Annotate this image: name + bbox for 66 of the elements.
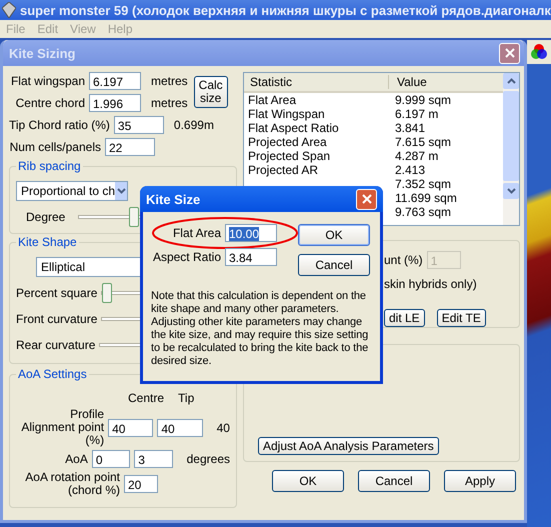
table-cell: Projected Span <box>248 149 330 163</box>
table-cell-text: 11.699 sqm <box>394 191 457 205</box>
slider-label: Percent square <box>16 286 98 300</box>
dialog-title: Kite Sizing <box>9 46 76 60</box>
note-text: Note that this calculation is dependent on the kite shape and many other parameters. Adjusting other kite parameters may change the kite size, and may require this size setting to be recalculated to bring the kite back to the desired size. <box>151 290 370 368</box>
table-cell: Projected Area <box>248 135 327 149</box>
field-label: Centre chord <box>14 96 85 110</box>
unit-label: metres <box>150 74 188 88</box>
group-title: Kite Shape <box>16 235 79 249</box>
unit-label: metres <box>150 96 188 110</box>
input-field[interactable]: 0 <box>92 450 130 468</box>
field-label: Flat wingspan <box>10 74 85 88</box>
input-field[interactable]: 10.00 <box>225 224 277 242</box>
table-cell-text: 3.841 <box>394 121 426 135</box>
adjust-aoa-button[interactable]: Adjust AoA Analysis Parameters <box>258 437 439 455</box>
dialog-button[interactable]: Cancel <box>298 254 370 276</box>
column-header: Tip <box>178 391 194 405</box>
unit-label: 40 <box>216 420 230 434</box>
unit-label: degrees <box>186 452 230 466</box>
option-note: skin hybrids only) <box>384 277 478 291</box>
input-field[interactable]: 22 <box>105 138 155 156</box>
table-cell-text: 4.287 m <box>394 149 438 163</box>
calc-size-button[interactable]: Calc size <box>194 76 228 108</box>
column-header: Centre <box>128 391 164 405</box>
input-field[interactable]: 40 <box>108 418 154 436</box>
field-label: AoA rotation point (chord %) <box>24 471 120 497</box>
input-field[interactable]: 6.197 <box>89 72 141 90</box>
column-header[interactable]: Statistic <box>244 75 389 89</box>
group-title: Rib spacing <box>16 159 83 173</box>
input-field[interactable]: 3.84 <box>225 248 277 266</box>
dropdown[interactable]: Proportional to ch <box>16 181 128 201</box>
table-cell-text: 9.763 sqm <box>394 205 452 219</box>
table-cell-text: 9.999 sqm <box>394 93 452 107</box>
input-field[interactable]: 3 <box>134 450 173 468</box>
edit-button[interactable]: Edit TE <box>436 309 486 327</box>
field-label: Flat Area <box>172 226 221 240</box>
field-label: Tip Chord ratio (%) <box>9 118 110 132</box>
input-field[interactable]: 35 <box>114 116 164 134</box>
table-cell-text: 7.615 sqm <box>394 135 452 149</box>
dialog-button[interactable]: OK <box>272 470 344 492</box>
field-label: AoA <box>64 452 88 466</box>
field-label: Profile Alignment point (%) <box>20 408 104 447</box>
table-cell-text: 2.413 <box>394 163 426 177</box>
table-cell: Flat Wingspan <box>248 107 325 121</box>
table-cell: Flat Area <box>248 93 296 107</box>
edit-button[interactable]: dit LE <box>384 309 425 327</box>
table-cell: Projected AR <box>248 163 318 177</box>
column-header[interactable]: Value <box>389 75 427 89</box>
input-field[interactable]: 40 <box>157 418 203 436</box>
slider-label: Degree <box>25 210 66 224</box>
field-label: unt (%) <box>384 253 423 267</box>
table-cell-text: 7.352 sqm <box>394 177 452 191</box>
group-title: AoA Settings <box>16 367 89 381</box>
dialog-button[interactable]: Cancel <box>358 470 430 492</box>
table-cell: Flat Aspect Ratio <box>248 121 339 135</box>
slider-label: Front curvature <box>16 312 98 326</box>
window-title: super monster 59 (холодок верхняя и нижняя шкуры с разметкой рядов.диагоналк <box>20 2 551 18</box>
reading-label: 0.699m <box>172 118 214 132</box>
input-field[interactable]: 20 <box>124 475 158 493</box>
dialog-title: Kite Size <box>146 192 200 206</box>
dialog-button[interactable]: Apply <box>444 470 516 492</box>
table-cell-text: 6.197 m <box>394 107 438 121</box>
field-label: Num cells/panels <box>9 140 101 154</box>
slider-label: Rear curvature <box>16 338 96 352</box>
input-field[interactable]: 1.996 <box>89 94 141 112</box>
dialog-button[interactable]: OK <box>298 224 370 246</box>
